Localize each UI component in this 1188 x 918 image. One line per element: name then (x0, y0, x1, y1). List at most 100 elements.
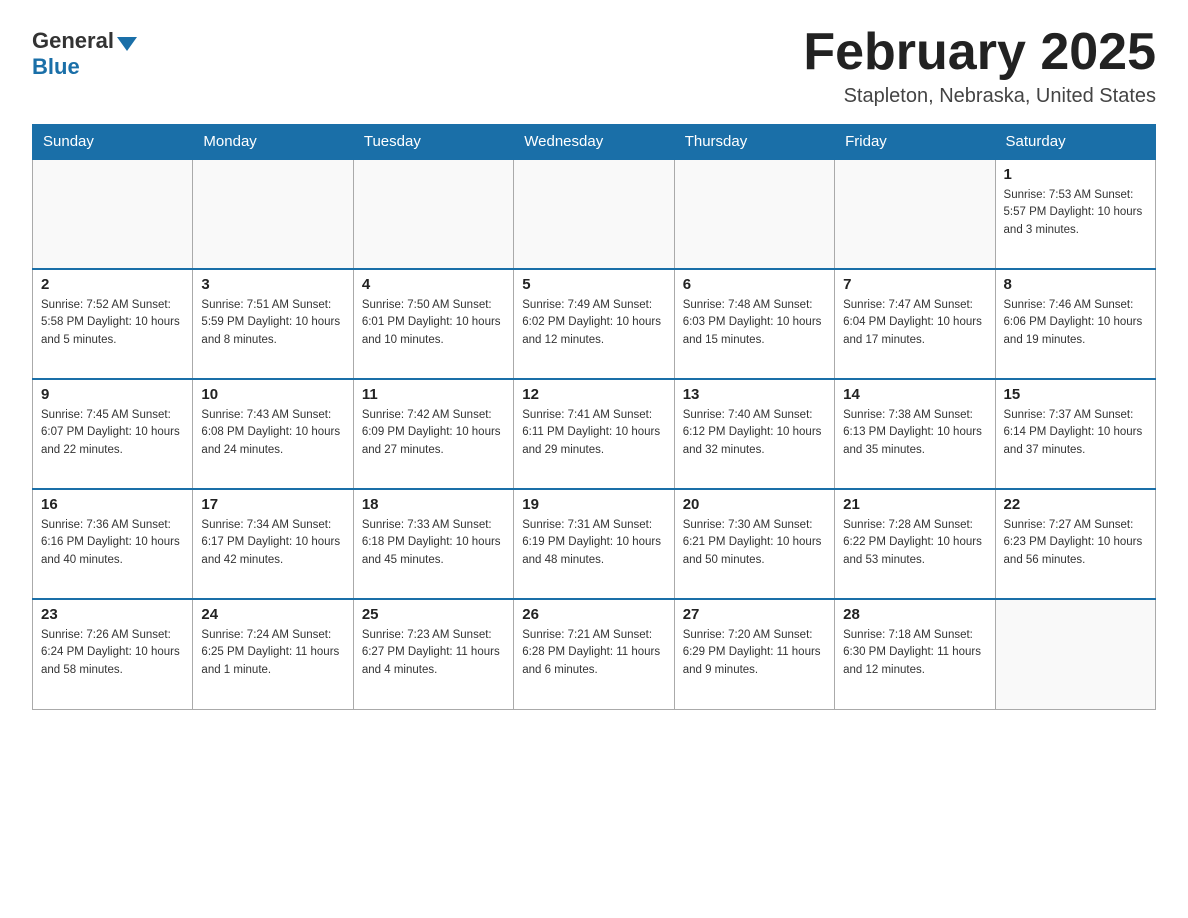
logo-general-text: General (32, 28, 114, 54)
calendar-day-header: Wednesday (514, 125, 674, 160)
page-subtitle: Stapleton, Nebraska, United States (803, 85, 1156, 108)
logo-blue-text: Blue (32, 54, 80, 80)
calendar-day-cell (33, 159, 193, 269)
calendar-day-cell: 18 Sunrise: 7:33 AM Sunset: 6:18 PM Dayli… (353, 489, 513, 599)
logo: General Blue (32, 28, 137, 80)
day-info: Sunrise: 7:30 AM Sunset: 6:21 PM Dayligh… (683, 517, 826, 569)
day-info: Sunrise: 7:41 AM Sunset: 6:11 PM Dayligh… (522, 407, 665, 459)
calendar-day-header: Tuesday (353, 125, 513, 160)
page-header: General Blue February 2025 Stapleton, Ne… (32, 24, 1156, 108)
day-number: 4 (362, 276, 505, 293)
day-info: Sunrise: 7:50 AM Sunset: 6:01 PM Dayligh… (362, 297, 505, 349)
calendar-day-cell: 5 Sunrise: 7:49 AM Sunset: 6:02 PM Daylig… (514, 269, 674, 379)
day-number: 27 (683, 606, 826, 623)
day-number: 25 (362, 606, 505, 623)
day-number: 15 (1004, 386, 1147, 403)
day-number: 16 (41, 496, 184, 513)
day-info: Sunrise: 7:27 AM Sunset: 6:23 PM Dayligh… (1004, 517, 1147, 569)
calendar-day-header: Friday (835, 125, 995, 160)
day-number: 11 (362, 386, 505, 403)
page-title: February 2025 (803, 24, 1156, 81)
day-info: Sunrise: 7:23 AM Sunset: 6:27 PM Dayligh… (362, 627, 505, 679)
calendar-day-cell: 13 Sunrise: 7:40 AM Sunset: 6:12 PM Dayli… (674, 379, 834, 489)
day-number: 20 (683, 496, 826, 513)
day-info: Sunrise: 7:48 AM Sunset: 6:03 PM Dayligh… (683, 297, 826, 349)
day-number: 7 (843, 276, 986, 293)
calendar-day-cell (835, 159, 995, 269)
day-info: Sunrise: 7:37 AM Sunset: 6:14 PM Dayligh… (1004, 407, 1147, 459)
day-number: 1 (1004, 166, 1147, 183)
day-info: Sunrise: 7:28 AM Sunset: 6:22 PM Dayligh… (843, 517, 986, 569)
calendar-day-cell: 26 Sunrise: 7:21 AM Sunset: 6:28 PM Dayli… (514, 599, 674, 709)
day-info: Sunrise: 7:34 AM Sunset: 6:17 PM Dayligh… (201, 517, 344, 569)
day-info: Sunrise: 7:36 AM Sunset: 6:16 PM Dayligh… (41, 517, 184, 569)
day-number: 24 (201, 606, 344, 623)
logo-arrow-icon (117, 37, 137, 51)
day-info: Sunrise: 7:26 AM Sunset: 6:24 PM Dayligh… (41, 627, 184, 679)
day-number: 3 (201, 276, 344, 293)
calendar-day-cell: 21 Sunrise: 7:28 AM Sunset: 6:22 PM Dayli… (835, 489, 995, 599)
day-number: 18 (362, 496, 505, 513)
calendar-day-cell (514, 159, 674, 269)
day-info: Sunrise: 7:31 AM Sunset: 6:19 PM Dayligh… (522, 517, 665, 569)
calendar-header-row: SundayMondayTuesdayWednesdayThursdayFrid… (33, 125, 1156, 160)
calendar-day-header: Thursday (674, 125, 834, 160)
calendar-week-row: 9 Sunrise: 7:45 AM Sunset: 6:07 PM Daylig… (33, 379, 1156, 489)
calendar-day-header: Monday (193, 125, 353, 160)
day-info: Sunrise: 7:33 AM Sunset: 6:18 PM Dayligh… (362, 517, 505, 569)
day-info: Sunrise: 7:40 AM Sunset: 6:12 PM Dayligh… (683, 407, 826, 459)
calendar-day-cell: 10Sunrise: 7:43 AM Sunset: 6:08 PM Dayli… (193, 379, 353, 489)
calendar-day-cell: 7 Sunrise: 7:47 AM Sunset: 6:04 PM Daylig… (835, 269, 995, 379)
calendar-day-cell: 22 Sunrise: 7:27 AM Sunset: 6:23 PM Dayli… (995, 489, 1155, 599)
day-info: Sunrise: 7:47 AM Sunset: 6:04 PM Dayligh… (843, 297, 986, 349)
calendar-day-cell: 9 Sunrise: 7:45 AM Sunset: 6:07 PM Daylig… (33, 379, 193, 489)
calendar-week-row: 1 Sunrise: 7:53 AM Sunset: 5:57 PM Daylig… (33, 159, 1156, 269)
day-info: Sunrise: 7:20 AM Sunset: 6:29 PM Dayligh… (683, 627, 826, 679)
day-info: Sunrise: 7:52 AM Sunset: 5:58 PM Dayligh… (41, 297, 184, 349)
day-info: Sunrise: 7:49 AM Sunset: 6:02 PM Dayligh… (522, 297, 665, 349)
calendar-day-cell: 24 Sunrise: 7:24 AM Sunset: 6:25 PM Dayli… (193, 599, 353, 709)
day-number: 13 (683, 386, 826, 403)
day-number: 19 (522, 496, 665, 513)
day-info: Sunrise: 7:38 AM Sunset: 6:13 PM Dayligh… (843, 407, 986, 459)
day-info: Sunrise: 7:24 AM Sunset: 6:25 PM Dayligh… (201, 627, 344, 679)
day-number: 8 (1004, 276, 1147, 293)
day-info: Sunrise: 7:46 AM Sunset: 6:06 PM Dayligh… (1004, 297, 1147, 349)
day-number: 14 (843, 386, 986, 403)
calendar-day-cell: 28Sunrise: 7:18 AM Sunset: 6:30 PM Dayli… (835, 599, 995, 709)
calendar-day-cell: 8 Sunrise: 7:46 AM Sunset: 6:06 PM Daylig… (995, 269, 1155, 379)
calendar-day-cell (353, 159, 513, 269)
calendar-day-cell: 11 Sunrise: 7:42 AM Sunset: 6:09 PM Dayli… (353, 379, 513, 489)
calendar-day-cell: 25 Sunrise: 7:23 AM Sunset: 6:27 PM Dayli… (353, 599, 513, 709)
day-number: 12 (522, 386, 665, 403)
day-number: 21 (843, 496, 986, 513)
calendar-day-cell: 6Sunrise: 7:48 AM Sunset: 6:03 PM Daylig… (674, 269, 834, 379)
calendar-day-cell: 20 Sunrise: 7:30 AM Sunset: 6:21 PM Dayli… (674, 489, 834, 599)
day-info: Sunrise: 7:51 AM Sunset: 5:59 PM Dayligh… (201, 297, 344, 349)
day-number: 23 (41, 606, 184, 623)
day-info: Sunrise: 7:53 AM Sunset: 5:57 PM Dayligh… (1004, 187, 1147, 239)
day-number: 22 (1004, 496, 1147, 513)
calendar-day-cell: 16 Sunrise: 7:36 AM Sunset: 6:16 PM Dayli… (33, 489, 193, 599)
day-info: Sunrise: 7:45 AM Sunset: 6:07 PM Dayligh… (41, 407, 184, 459)
calendar-day-cell: 4 Sunrise: 7:50 AM Sunset: 6:01 PM Daylig… (353, 269, 513, 379)
day-number: 10 (201, 386, 344, 403)
calendar-day-cell (674, 159, 834, 269)
calendar-day-cell: 17 Sunrise: 7:34 AM Sunset: 6:17 PM Dayli… (193, 489, 353, 599)
calendar-week-row: 23 Sunrise: 7:26 AM Sunset: 6:24 PM Dayli… (33, 599, 1156, 709)
calendar-day-header: Saturday (995, 125, 1155, 160)
day-info: Sunrise: 7:42 AM Sunset: 6:09 PM Dayligh… (362, 407, 505, 459)
calendar-day-cell: 12 Sunrise: 7:41 AM Sunset: 6:11 PM Dayli… (514, 379, 674, 489)
day-number: 17 (201, 496, 344, 513)
calendar-day-cell: 19 Sunrise: 7:31 AM Sunset: 6:19 PM Dayli… (514, 489, 674, 599)
calendar-week-row: 2 Sunrise: 7:52 AM Sunset: 5:58 PM Daylig… (33, 269, 1156, 379)
calendar-week-row: 16 Sunrise: 7:36 AM Sunset: 6:16 PM Dayli… (33, 489, 1156, 599)
day-number: 2 (41, 276, 184, 293)
day-number: 9 (41, 386, 184, 403)
day-number: 28 (843, 606, 986, 623)
day-number: 26 (522, 606, 665, 623)
day-number: 5 (522, 276, 665, 293)
calendar-day-cell: 27 Sunrise: 7:20 AM Sunset: 6:29 PM Dayli… (674, 599, 834, 709)
title-area: February 2025 Stapleton, Nebraska, Unite… (803, 24, 1156, 108)
day-info: Sunrise: 7:21 AM Sunset: 6:28 PM Dayligh… (522, 627, 665, 679)
